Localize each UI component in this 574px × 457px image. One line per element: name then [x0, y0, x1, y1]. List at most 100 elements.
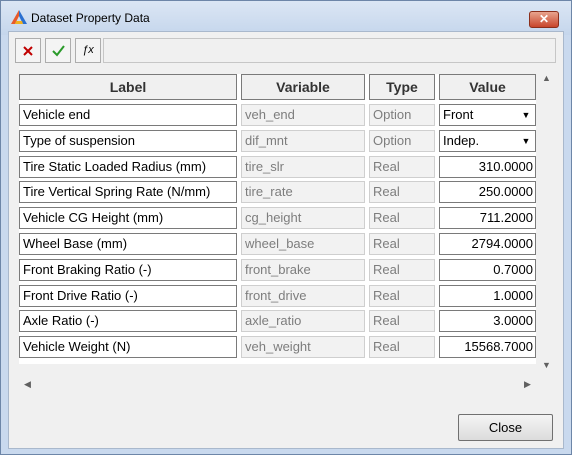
fx-icon: ƒx	[82, 44, 94, 56]
chevron-down-icon[interactable]: ▼	[519, 107, 533, 123]
cell-variable: dif_mnt	[241, 129, 365, 152]
cell-type-text: Real	[373, 287, 400, 303]
cell-value[interactable]: 15568.7000	[439, 336, 536, 359]
cell-variable-text: tire_rate	[245, 184, 293, 200]
cell-value-text: 1.0000	[493, 287, 533, 303]
window-title: Dataset Property Data	[31, 11, 150, 25]
cell-type: Real	[369, 284, 435, 307]
cell-value-text: 310.0000	[478, 158, 533, 174]
cell-value[interactable]: 310.0000	[439, 155, 536, 178]
cell-label-text: Type of suspension	[23, 132, 136, 148]
cell-type: Real	[369, 258, 435, 281]
cell-label-text: Vehicle end	[23, 107, 91, 122]
value-dropdown[interactable]: Front ▼	[439, 104, 536, 126]
vertical-scrollbar[interactable]: ▲ ▼	[538, 70, 555, 374]
cell-value[interactable]: 711.2000	[439, 207, 536, 230]
cell-variable-text: cg_height	[245, 210, 302, 226]
cell-variable-text: dif_mnt	[245, 132, 288, 148]
cell-label[interactable]: Tire Vertical Spring Rate (N/mm)	[19, 181, 237, 204]
cell-label[interactable]: Vehicle CG Height (mm)	[19, 207, 237, 230]
cell-value-text: Front	[443, 107, 474, 122]
cell-type: Real	[369, 181, 435, 204]
cell-label[interactable]: Wheel Base (mm)	[19, 233, 237, 255]
cell-type-text: Real	[373, 184, 400, 200]
header-value[interactable]: Value	[439, 74, 536, 100]
scroll-left-icon[interactable]: ◀	[19, 376, 36, 393]
cell-label-text: Axle Ratio (-)	[23, 313, 99, 329]
cell-value-text: 250.0000	[478, 184, 533, 200]
dataset-property-window: Dataset Property Data ✕ ƒx Label Variabl…	[0, 0, 572, 455]
cell-variable: tire_rate	[241, 181, 365, 204]
cell-label[interactable]: Front Drive Ratio (-)	[19, 284, 237, 307]
cell-type-text: Option	[373, 132, 412, 148]
cell-variable: veh_end	[241, 104, 365, 126]
header-label[interactable]: Label	[19, 74, 237, 100]
cell-value[interactable]: 2794.0000	[439, 233, 536, 255]
cell-value-text: 711.2000	[479, 210, 533, 226]
horizontal-scrollbar[interactable]: ◀ ▶	[19, 376, 536, 393]
cell-type: Real	[369, 155, 435, 178]
cell-variable-text: front_drive	[245, 287, 307, 303]
cell-type-text: Real	[373, 261, 400, 277]
cell-type: Real	[369, 336, 435, 359]
close-button[interactable]: Close	[458, 414, 553, 441]
cell-value-text: Indep.	[443, 132, 480, 148]
cell-type-text: Real	[373, 210, 400, 226]
cell-value[interactable]: 1.0000	[439, 284, 536, 307]
app-logo-icon	[11, 10, 27, 24]
cell-value-text: 15568.7000	[464, 339, 533, 355]
cell-label-text: Vehicle CG Height (mm)	[23, 210, 164, 226]
cell-label-text: Front Drive Ratio (-)	[23, 287, 138, 303]
cell-variable-text: veh_weight	[245, 339, 311, 355]
cell-type-text: Real	[373, 158, 400, 174]
cell-value-text: 3.0000	[493, 313, 533, 329]
cell-variable-text: veh_end	[245, 107, 295, 122]
header-variable[interactable]: Variable	[241, 74, 365, 100]
chevron-down-icon[interactable]: ▼	[519, 133, 533, 149]
cell-value[interactable]: 250.0000	[439, 181, 536, 204]
title-bar[interactable]: Dataset Property Data ✕	[1, 1, 571, 35]
cell-variable: axle_ratio	[241, 310, 365, 333]
apply-button[interactable]	[45, 38, 71, 63]
cell-type: Real	[369, 207, 435, 230]
value-dropdown[interactable]: Indep. ▼	[439, 129, 536, 152]
cell-variable-text: front_brake	[245, 261, 311, 277]
cell-label-text: Tire Static Loaded Radius (mm)	[23, 158, 207, 174]
cell-label[interactable]: Vehicle end	[19, 104, 237, 126]
cancel-button[interactable]	[15, 38, 41, 63]
cell-variable: front_drive	[241, 284, 365, 307]
cell-label-text: Tire Vertical Spring Rate (N/mm)	[23, 184, 211, 200]
cell-label[interactable]: Front Braking Ratio (-)	[19, 258, 237, 281]
cell-type-text: Real	[373, 236, 400, 251]
cell-value[interactable]: 0.7000	[439, 258, 536, 281]
window-close-button[interactable]: ✕	[529, 11, 559, 28]
cell-type: Option	[369, 129, 435, 152]
cell-label-text: Front Braking Ratio (-)	[23, 261, 152, 277]
dialog-body: ƒx Label Variable Type Value Vehicle end…	[8, 31, 564, 449]
cell-value-text: 2794.0000	[471, 236, 533, 251]
header-type[interactable]: Type	[369, 74, 435, 100]
cell-label[interactable]: Vehicle Weight (N)	[19, 336, 237, 359]
cell-label[interactable]: Axle Ratio (-)	[19, 310, 237, 333]
cell-value[interactable]: 3.0000	[439, 310, 536, 333]
cell-variable-text: wheel_base	[245, 236, 315, 251]
scroll-down-icon[interactable]: ▼	[538, 357, 555, 374]
cell-variable-text: axle_ratio	[245, 313, 302, 329]
cell-variable: wheel_base	[241, 233, 365, 255]
cell-type-text: Option	[373, 107, 412, 122]
function-button[interactable]: ƒx	[75, 38, 101, 63]
scroll-right-icon[interactable]: ▶	[519, 376, 536, 393]
cell-label[interactable]: Type of suspension	[19, 129, 237, 152]
cell-type-text: Real	[373, 313, 400, 329]
x-icon	[23, 46, 33, 56]
scroll-up-icon[interactable]: ▲	[538, 70, 555, 87]
cell-type-text: Real	[373, 339, 400, 355]
cell-variable: veh_weight	[241, 336, 365, 359]
check-icon	[51, 45, 65, 57]
cell-value-text: 0.7000	[493, 261, 533, 277]
cell-variable: cg_height	[241, 207, 365, 230]
cell-label-text: Wheel Base (mm)	[23, 236, 128, 251]
cell-label[interactable]: Tire Static Loaded Radius (mm)	[19, 155, 237, 178]
expression-field[interactable]	[103, 38, 556, 63]
cell-variable: front_brake	[241, 258, 365, 281]
